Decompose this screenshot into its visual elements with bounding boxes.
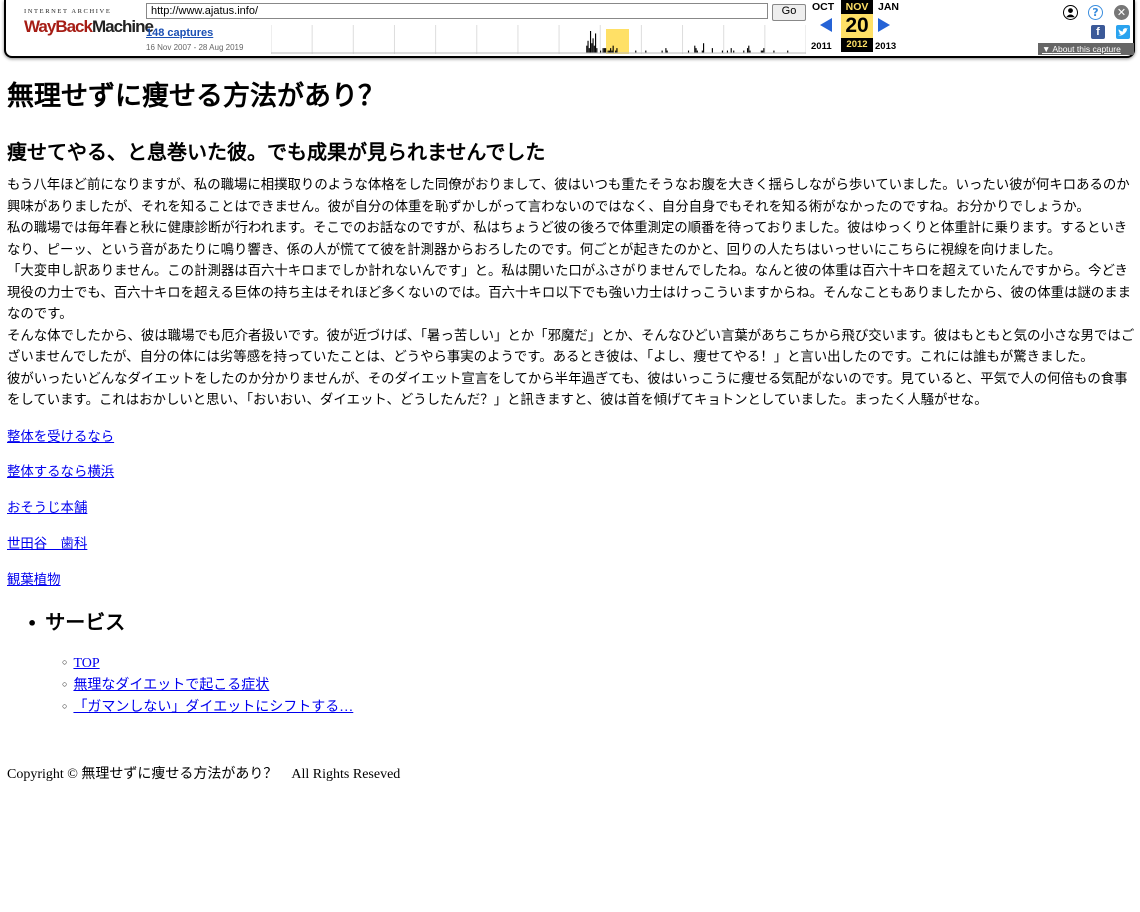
page-title: 無理せずに痩せる方法があり？ xyxy=(7,81,385,112)
twitter-icon[interactable] xyxy=(1116,25,1130,39)
capture-bar xyxy=(588,48,590,53)
capture-bar xyxy=(591,43,593,53)
capture-bar xyxy=(610,48,612,53)
capture-bar xyxy=(711,48,713,53)
logo-machine-text: Machine xyxy=(91,17,154,36)
link-kanyou-shokubutsu[interactable]: 観葉植物 xyxy=(7,571,1135,591)
current-month: NOV xyxy=(841,0,873,14)
triangle-down-icon: ▼ xyxy=(1042,44,1053,54)
capture-bar xyxy=(593,45,595,53)
capture-bar xyxy=(596,48,598,53)
logo-wayback-machine: WayBackMachine xyxy=(24,17,154,37)
prev-year-link[interactable]: 2011 xyxy=(811,41,832,52)
capture-bar xyxy=(763,48,765,53)
link-setagaya-shika[interactable]: 世田谷 歯科 xyxy=(7,535,1135,555)
link-osouji-honpo[interactable]: おそうじ本舗 xyxy=(7,499,1135,519)
services-item: TOP xyxy=(62,653,1135,675)
service-link-top[interactable]: TOP xyxy=(73,656,99,671)
capture-bar xyxy=(586,45,588,53)
capture-bar xyxy=(605,48,607,53)
link-list: 整体を受けるなら 整体するなら横浜 おそうじ本舗 世田谷 歯科 観葉植物 xyxy=(7,428,1135,591)
about-capture-label: About this capture xyxy=(1052,44,1121,54)
capture-bar xyxy=(592,38,594,53)
wayback-logo[interactable]: INTERNET ARCHIVE WayBackMachine xyxy=(24,8,154,37)
current-year: 2012 xyxy=(841,38,873,52)
service-link-shift[interactable]: 「ガマンしない」ダイエットにシフトする… xyxy=(73,700,353,715)
article-heading: 痩せてやる、と息巻いた彼。でも成果が見られませんでした xyxy=(7,140,546,164)
article-body: もう八年ほど前になりますが、私の職場に相撲取りのような体格をした同僚がおりまして… xyxy=(7,178,1135,408)
bullet-icon: • xyxy=(27,614,38,634)
go-button[interactable]: Go xyxy=(772,4,806,21)
capture-bar xyxy=(695,48,697,53)
help-icon[interactable]: ? xyxy=(1088,5,1103,20)
services-item: 「ガマンしない」ダイエットにシフトする… xyxy=(62,697,1135,719)
capture-bar xyxy=(616,48,618,53)
capture-bar xyxy=(612,45,614,53)
services-list: TOP 無理なダイエットで起こる症状 「ガマンしない」ダイエットにシフトする… xyxy=(7,653,1135,719)
capture-bar xyxy=(589,31,592,53)
next-capture-arrow-icon[interactable] xyxy=(878,18,890,32)
service-link-symptoms[interactable]: 無理なダイエットで起こる症状 xyxy=(73,678,269,693)
capture-bar xyxy=(730,48,732,53)
capture-range: 16 Nov 2007 - 28 Aug 2019 xyxy=(146,43,244,52)
capture-bar xyxy=(665,48,667,53)
next-year-link[interactable]: 2013 xyxy=(875,41,896,52)
url-input[interactable]: http://www.ajatus.info/ xyxy=(146,3,768,19)
capture-bar xyxy=(694,45,696,53)
capture-bar xyxy=(748,45,750,53)
wayback-toolbar: INTERNET ARCHIVE WayBackMachine http://w… xyxy=(4,0,1135,58)
link-seitai-yokohama[interactable]: 整体するなら横浜 xyxy=(7,463,1135,483)
current-day: 20 xyxy=(841,14,873,38)
prev-month-link[interactable]: OCT xyxy=(812,1,834,13)
user-icon[interactable] xyxy=(1063,5,1078,20)
capture-bar xyxy=(703,43,705,53)
logo-way-text: WayBack xyxy=(24,17,93,36)
capture-bar xyxy=(587,40,589,53)
link-seitai-ukeru[interactable]: 整体を受けるなら xyxy=(7,428,1135,448)
next-month-link[interactable]: JAN xyxy=(878,1,899,13)
capture-bar xyxy=(746,48,749,53)
copyright: Copyright © 無理せずに痩せる方法があり？ All Rights Re… xyxy=(7,767,401,783)
capture-bar xyxy=(603,48,605,53)
logo-internet-archive: INTERNET ARCHIVE xyxy=(24,8,112,15)
services-item: 無理なダイエットで起こる症状 xyxy=(62,675,1135,697)
current-year-highlight xyxy=(606,29,629,54)
prev-capture-arrow-icon[interactable] xyxy=(820,18,832,32)
about-capture-link[interactable]: ▼ About this capture xyxy=(1038,43,1134,55)
capture-histogram[interactable] xyxy=(271,23,806,54)
close-icon[interactable]: ✕ xyxy=(1114,5,1129,20)
page-content: 無理せずに痩せる方法があり？ 痩せてやる、と息巻いた彼。でも成果が見られませんで… xyxy=(7,75,1135,785)
capture-bar xyxy=(602,48,604,53)
services-heading: • サービス xyxy=(7,606,1135,640)
captures-link[interactable]: 148 captures xyxy=(146,27,213,39)
facebook-icon[interactable]: f xyxy=(1091,25,1105,39)
services-title: サービス xyxy=(45,610,126,635)
capture-bar xyxy=(595,33,597,53)
